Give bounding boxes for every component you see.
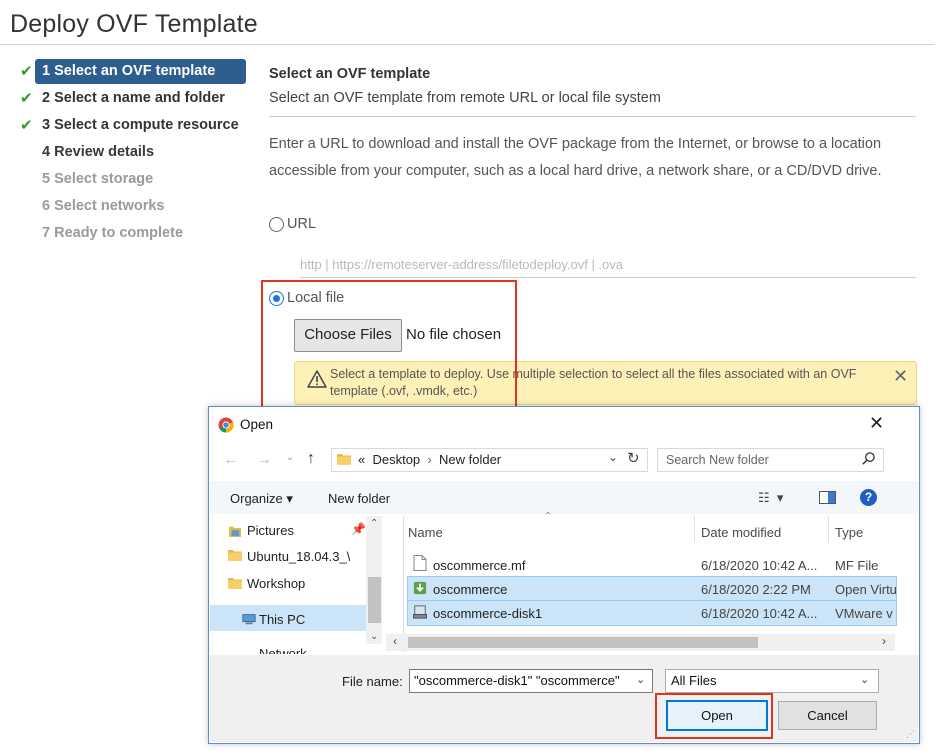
new-folder-button[interactable]: New folder [328, 491, 390, 506]
step-label: 1 Select an OVF template [35, 59, 246, 84]
folder-icon [228, 550, 242, 561]
nav-item-this-pc[interactable]: This PC [259, 612, 305, 627]
disk-file-icon [413, 605, 427, 619]
file-type: MF File [835, 558, 879, 573]
checkmark-icon: ✔ [20, 117, 33, 134]
step-label: 2 Select a name and folder [42, 90, 225, 106]
url-radio[interactable] [269, 217, 284, 232]
step-label: 5 Select storage [42, 171, 154, 187]
folder-icon [228, 578, 242, 589]
nav-item-ubuntu[interactable]: Ubuntu_18.04.3_\ [247, 549, 350, 564]
column-header-date[interactable]: Date modified [701, 525, 781, 540]
step-2[interactable]: ✔ 2 Select a name and folder [18, 86, 246, 111]
column-separator [694, 516, 695, 542]
breadcrumb-desktop[interactable]: Desktop [372, 452, 420, 467]
file-date: 6/18/2020 10:42 A... [701, 558, 818, 573]
section-title: Select an OVF template [269, 66, 431, 82]
ovf-file-icon [413, 581, 427, 595]
preview-pane-icon[interactable] [819, 491, 836, 504]
close-icon[interactable]: ✕ [893, 366, 908, 387]
step-3[interactable]: ✔ 3 Select a compute resource [18, 113, 246, 138]
nav-item-workshop[interactable]: Workshop [247, 576, 305, 591]
file-icon [413, 555, 427, 571]
section-divider [269, 116, 916, 117]
description-text: Enter a URL to download and install the … [269, 136, 882, 179]
nav-item-network[interactable]: Network [259, 647, 307, 654]
resize-grip-icon[interactable]: ⋰ [906, 729, 915, 740]
nav-scrollbar-thumb[interactable] [368, 577, 381, 623]
file-type: VMware v [835, 606, 893, 621]
scroll-right-icon[interactable]: › [882, 634, 886, 648]
organize-button[interactable]: Organize ▾ [230, 491, 293, 507]
open-file-dialog: Open ✕ ← → ⌄ ↑ « Desktop › New folder ⌄ … [208, 406, 920, 744]
file-type-select[interactable]: All Files ⌄ [665, 669, 879, 693]
horizontal-scrollbar-thumb[interactable] [408, 637, 758, 648]
search-icon [862, 452, 875, 465]
help-icon[interactable]: ? [860, 489, 877, 506]
computer-icon [242, 614, 256, 625]
search-placeholder: Search New folder [666, 453, 769, 467]
page-title: Deploy OVF Template [10, 10, 258, 38]
chevron-down-icon[interactable]: ⌄ [608, 450, 618, 464]
step-label: 7 Ready to complete [42, 225, 184, 241]
highlight-box-local-file [261, 280, 517, 411]
file-name-label: File name: [342, 674, 403, 689]
close-icon[interactable]: ✕ [869, 413, 884, 434]
step-label: 3 Select a compute resource [42, 117, 239, 133]
address-prefix: « [358, 452, 366, 467]
file-date: 6/18/2020 2:22 PM [701, 582, 811, 597]
file-name-input[interactable]: "oscommerce-disk1" "oscommerce" ⌄ [409, 669, 653, 693]
back-arrow-icon[interactable]: ← [223, 451, 239, 469]
url-input[interactable]: http | https://remoteserver-address/file… [300, 255, 916, 278]
column-separator [828, 516, 829, 542]
step-label: 6 Select networks [42, 198, 165, 214]
step-label: 4 Review details [42, 144, 155, 160]
view-options-icon[interactable]: ☷ ▾ [758, 490, 783, 506]
search-input[interactable]: Search New folder [657, 448, 884, 472]
checkmark-icon: ✔ [20, 90, 33, 107]
step-6: 6 Select networks [18, 194, 246, 219]
dialog-toolbar [210, 481, 918, 514]
breadcrumb-new-folder[interactable]: New folder [439, 452, 501, 467]
chrome-icon [218, 417, 234, 433]
step-1[interactable]: ✔ 1 Select an OVF template [18, 59, 246, 84]
sort-ascending-icon: ⌃ [544, 511, 553, 522]
pin-icon: 📌 [351, 522, 366, 536]
highlight-box-open-button [655, 693, 773, 739]
pictures-folder-icon [229, 526, 241, 537]
forward-arrow-icon[interactable]: → [256, 451, 272, 469]
step-4[interactable]: 4 Review details [18, 140, 246, 165]
file-name: oscommerce-disk1 [433, 606, 543, 621]
file-type-value: All Files [671, 673, 717, 688]
address-bar[interactable]: « Desktop › New folder ⌄ ↻ [331, 448, 648, 472]
pane-divider [403, 516, 404, 652]
address-path: « Desktop › New folder [358, 452, 501, 467]
recent-locations-chevron-icon[interactable]: ⌄ [286, 452, 294, 463]
file-name-value: "oscommerce-disk1" "oscommerce" [414, 673, 620, 688]
checkmark-icon: ✔ [20, 63, 33, 80]
section-subtitle: Select an OVF template from remote URL o… [269, 90, 661, 106]
column-header-type[interactable]: Type [835, 525, 863, 540]
up-arrow-icon[interactable]: ↑ [307, 450, 315, 468]
file-name: oscommerce [433, 582, 508, 597]
breadcrumb-separator-icon: › [423, 452, 436, 467]
column-header-name[interactable]: Name [408, 525, 443, 540]
scroll-left-icon[interactable]: ‹ [393, 634, 397, 648]
step-5: 5 Select storage [18, 167, 246, 192]
file-date: 6/18/2020 10:42 A... [701, 606, 818, 621]
nav-item-pictures[interactable]: Pictures [247, 523, 294, 538]
title-divider [0, 44, 934, 45]
dialog-title: Open [240, 417, 274, 432]
refresh-icon[interactable]: ↻ [627, 449, 640, 467]
file-type: Open Virtu [835, 582, 897, 597]
scroll-down-icon[interactable]: ⌄ [370, 631, 378, 642]
file-name: oscommerce.mf [433, 558, 526, 573]
url-radio-label[interactable]: URL [287, 216, 316, 232]
cancel-button[interactable]: Cancel [778, 701, 877, 730]
folder-icon [337, 454, 351, 465]
scroll-up-icon[interactable]: ⌃ [370, 518, 378, 529]
chevron-down-icon: ⌄ [860, 674, 870, 686]
chevron-down-icon[interactable]: ⌄ [636, 673, 645, 686]
step-7: 7 Ready to complete [18, 221, 246, 246]
